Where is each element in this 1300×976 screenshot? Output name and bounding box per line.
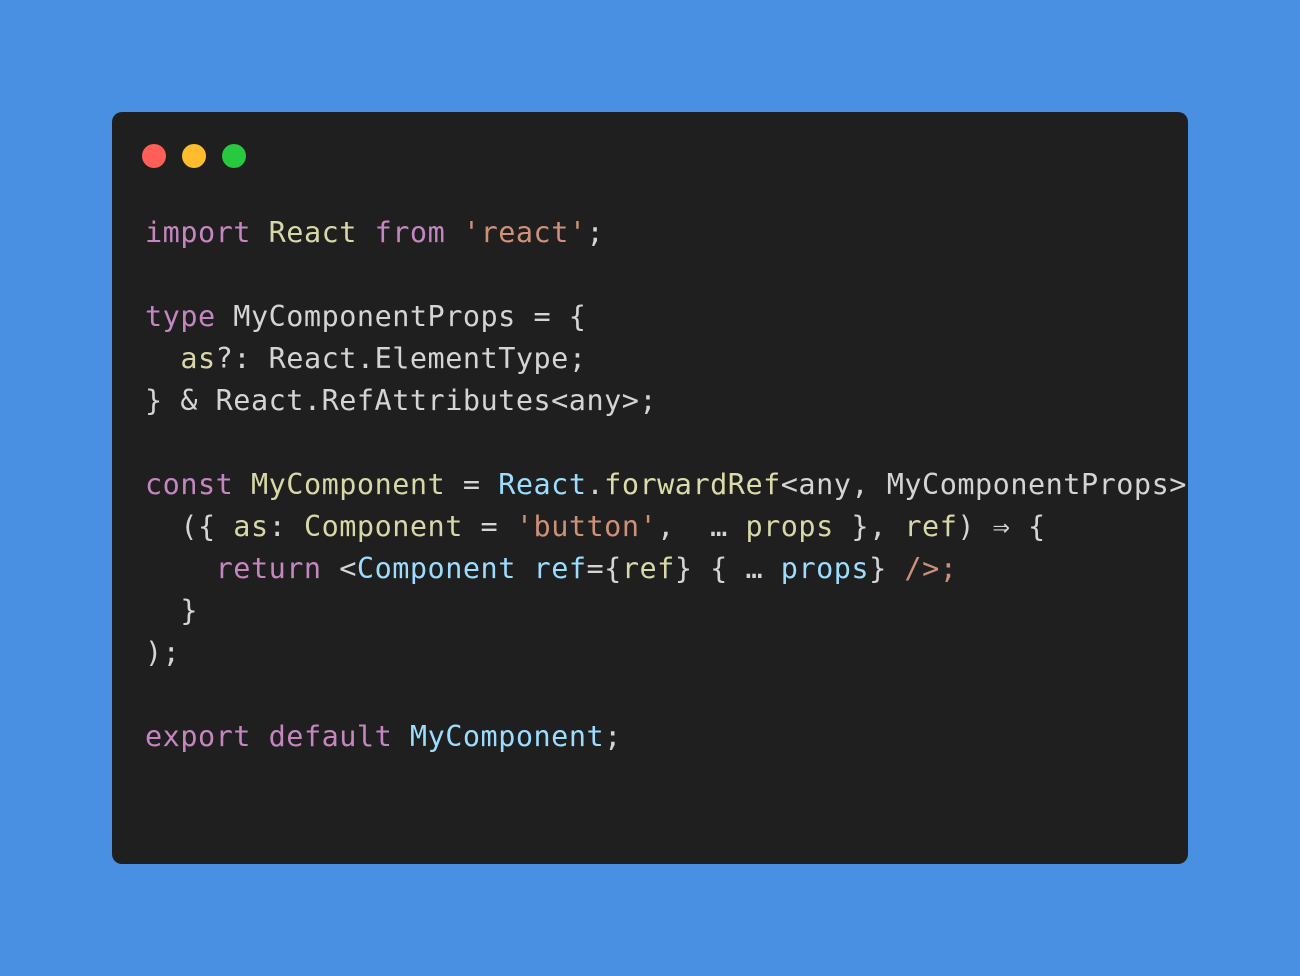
code-token: type — [145, 300, 216, 333]
code-token: ; — [586, 216, 605, 249]
code-token: ref — [621, 552, 675, 585]
code-token: from — [374, 216, 446, 249]
code-token: ref — [904, 510, 958, 543]
code-line: as?: React.ElementType; — [145, 338, 1188, 380]
code-token: < — [321, 552, 357, 585]
code-token: React — [498, 468, 587, 501]
code-line: import React from 'react'; — [145, 212, 1188, 254]
code-token: MyComponentProps = { — [215, 300, 587, 333]
code-token: props — [745, 510, 834, 543]
code-token: ref — [533, 552, 587, 585]
close-dot-icon[interactable] — [142, 144, 166, 168]
code-token: 'react' — [462, 216, 587, 249]
code-token: : — [268, 510, 304, 543]
code-line: type MyComponentProps = { — [145, 296, 1188, 338]
code-token: <any, MyComponentProps>( — [780, 468, 1188, 501]
code-token: , … — [657, 510, 746, 543]
code-token: import — [145, 216, 251, 249]
code-token: . — [586, 468, 605, 501]
code-token: MyComponent — [250, 468, 446, 501]
code-token: = — [462, 510, 516, 543]
maximize-dot-icon[interactable] — [222, 144, 246, 168]
code-token: ?: React.ElementType; — [215, 342, 587, 375]
code-token: />; — [904, 552, 958, 585]
code-line: const MyComponent = React.forwardRef<any… — [145, 464, 1188, 506]
code-token: } — [869, 552, 905, 585]
code-line: } & React.RefAttributes<any>; — [145, 380, 1188, 422]
code-token: ); — [145, 636, 181, 669]
code-token: Component — [356, 552, 516, 585]
code-token: } { … — [674, 552, 781, 585]
code-token: return — [215, 552, 322, 585]
code-line: ); — [145, 632, 1188, 674]
minimize-dot-icon[interactable] — [182, 144, 206, 168]
code-token: export — [145, 720, 251, 753]
code-token: default — [268, 720, 393, 753]
code-window: import React from 'react'; type MyCompone… — [112, 112, 1188, 864]
code-token: as — [233, 510, 269, 543]
code-token: ) ⇒ { — [957, 510, 1046, 543]
code-token: const — [145, 468, 234, 501]
code-token: ({ — [145, 510, 234, 543]
code-line: } — [145, 590, 1188, 632]
code-token: as — [180, 342, 216, 375]
code-token: React — [268, 216, 357, 249]
code-token: ; — [604, 720, 622, 753]
window-controls — [142, 144, 246, 168]
code-line: export default MyComponent; — [145, 716, 1188, 758]
code-token: } & React.RefAttributes<any>; — [145, 384, 658, 417]
code-token: MyComponent — [409, 720, 605, 753]
code-line: return <Component ref={ref} { … props} /… — [145, 548, 1188, 590]
code-token: forwardRef — [604, 468, 781, 501]
code-token: = — [445, 468, 499, 501]
code-token: }, — [833, 510, 905, 543]
code-line: ({ as: Component = 'button', … props }, … — [145, 506, 1188, 548]
code-token: ={ — [586, 552, 622, 585]
code-block: import React from 'react'; type MyCompone… — [145, 212, 1188, 758]
code-token: 'button' — [515, 510, 658, 543]
code-token: } — [145, 594, 198, 627]
code-token: Component — [303, 510, 463, 543]
code-token: props — [780, 552, 870, 585]
